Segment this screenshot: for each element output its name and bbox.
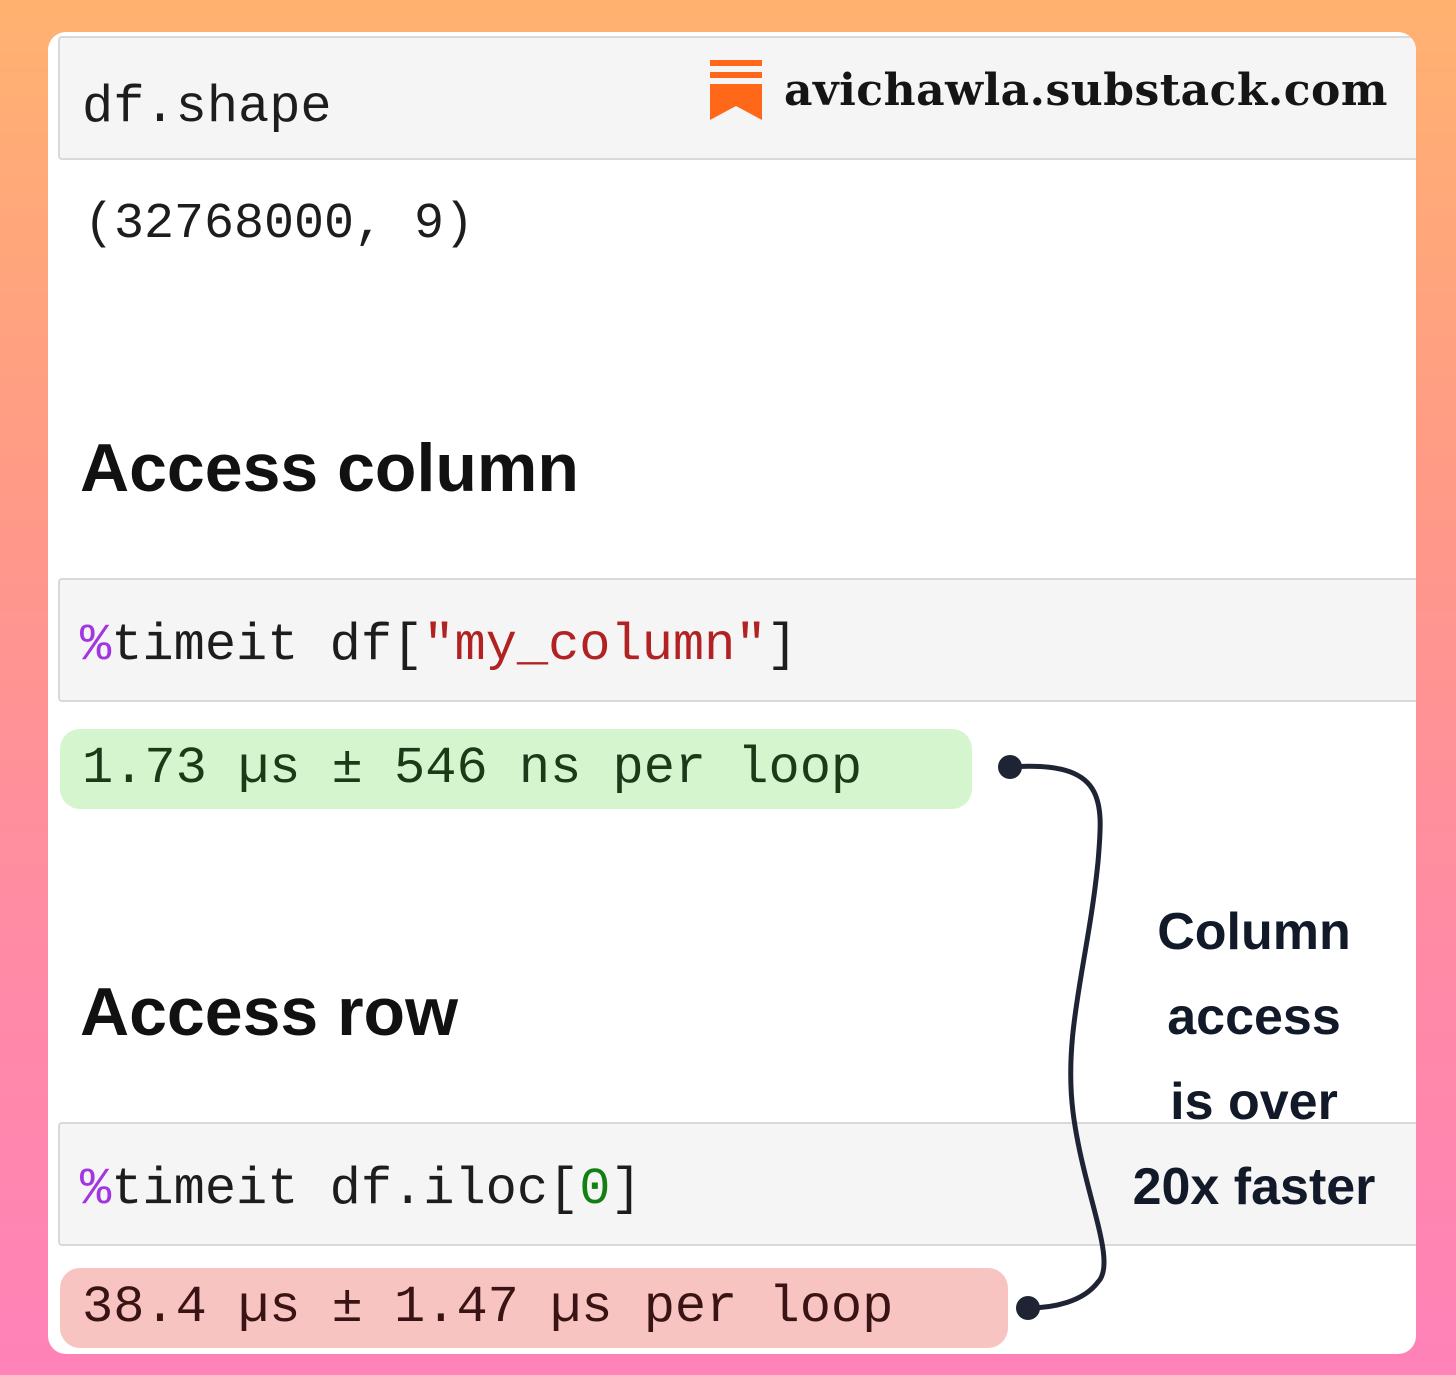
speed-annotation: Column access is over 20x faster [1104,890,1404,1230]
annotation-line: Column [1157,903,1351,961]
notebook-card: df.shape avichawla.substack.com (3276800… [48,32,1416,1354]
annotation-line: is over [1170,1073,1338,1131]
annotation-line: access [1167,988,1341,1046]
connector-start-dot [998,755,1022,779]
annotation-line: 20x faster [1132,1158,1376,1216]
connector-end-dot [1016,1296,1040,1320]
